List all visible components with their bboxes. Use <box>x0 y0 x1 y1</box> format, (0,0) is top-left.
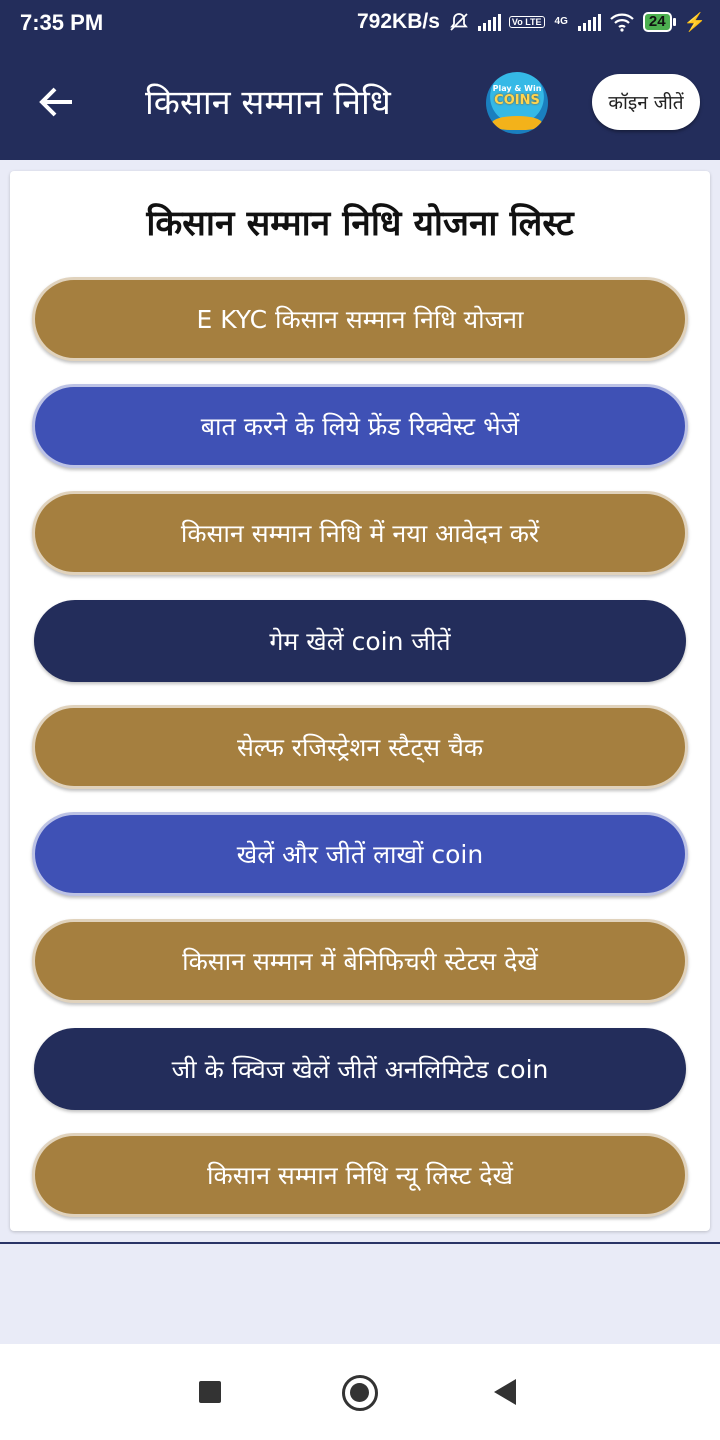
play-win-coins-logo[interactable]: Play & Win COINS <box>486 72 548 134</box>
signal-icon <box>477 13 501 31</box>
card-title: किसान सम्मान निधि योजना लिस्ट <box>146 204 574 244</box>
battery-level: 24 <box>642 12 672 32</box>
ekyc-button[interactable]: E KYC किसान सम्मान निधि योजना <box>32 277 688 361</box>
logo-main-text: COINS <box>494 93 540 108</box>
page-title: किसान सम्मान निधि <box>145 83 391 123</box>
logo-top-text: Play & Win <box>492 84 542 93</box>
gk-quiz-button[interactable]: जी के क्विज खेलें जीतें अनलिमिटेड coin <box>34 1028 686 1110</box>
app-bar: किसान सम्मान निधि Play & Win COINS कॉइन … <box>0 50 720 160</box>
back-triangle-icon[interactable] <box>494 1379 516 1405</box>
divider <box>0 1242 720 1244</box>
battery-icon: 24 <box>642 12 676 32</box>
new-list-button[interactable]: किसान सम्मान निधि न्यू लिस्ट देखें <box>32 1133 688 1217</box>
friend-request-button[interactable]: बात करने के लिये फ्रेंड रिक्वेस्ट भेजें <box>32 384 688 468</box>
status-time: 7:35 PM <box>20 10 104 35</box>
coin-pile-icon <box>492 116 542 130</box>
scheme-list-card: किसान सम्मान निधि योजना लिस्ट E KYC किसा… <box>10 171 710 1231</box>
charging-icon: ⚡ <box>683 11 706 32</box>
muted-bell-icon <box>450 13 468 31</box>
status-bar: 7:35 PM 792KB/s Vo LTE 4G 24 ⚡ <box>0 0 720 50</box>
play-game-button[interactable]: गेम खेलें coin जीतें <box>34 600 686 682</box>
top-bar: 7:35 PM 792KB/s Vo LTE 4G 24 ⚡ किसान सम्… <box>0 0 720 160</box>
wifi-icon <box>610 13 634 32</box>
self-registration-status-button[interactable]: सेल्फ रजिस्ट्रेशन स्टैट्स चैक <box>32 705 688 789</box>
screen: 7:35 PM 792KB/s Vo LTE 4G 24 ⚡ किसान सम्… <box>0 0 720 1440</box>
win-coins-button[interactable]: कॉइन जीतें <box>592 74 700 130</box>
signal-icon-2 <box>577 13 601 31</box>
arrow-left-icon[interactable] <box>32 78 80 126</box>
network-speed: 792KB/s <box>356 10 440 33</box>
volte-badge: Vo LTE <box>508 16 545 28</box>
beneficiary-status-button[interactable]: किसान सम्मान में बेनिफिचरी स्टेटस देखें <box>32 919 688 1003</box>
system-nav-bar <box>0 1344 720 1440</box>
new-application-button[interactable]: किसान सम्मान निधि में नया आवेदन करें <box>32 491 688 575</box>
status-right: 792KB/s Vo LTE 4G 24 ⚡ <box>357 10 706 34</box>
play-win-coins-button[interactable]: खेलें और जीतें लाखों coin <box>32 812 688 896</box>
home-icon[interactable] <box>342 1375 378 1411</box>
recent-apps-icon[interactable] <box>199 1381 221 1403</box>
network-type: 4G <box>554 16 568 27</box>
